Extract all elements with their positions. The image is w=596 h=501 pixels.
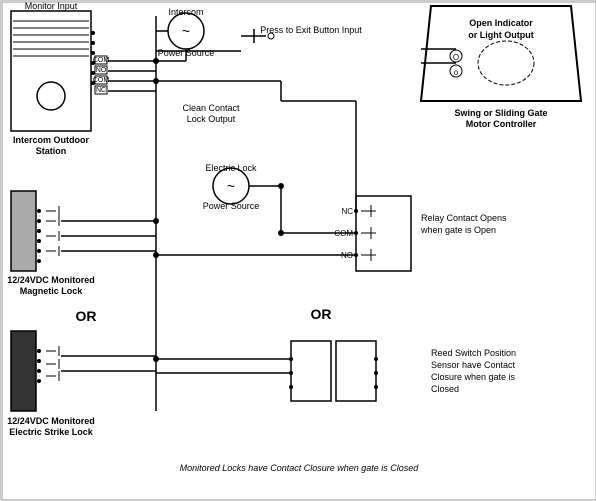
svg-text:Intercom: Intercom <box>168 7 203 17</box>
svg-text:NC: NC <box>96 87 106 94</box>
svg-text:Open Indicator: Open Indicator <box>469 18 533 28</box>
svg-text:Intercom Outdoor: Intercom Outdoor <box>13 135 89 145</box>
svg-text:Station: Station <box>36 146 67 156</box>
svg-text:O: O <box>453 53 459 62</box>
svg-text:COM: COM <box>93 57 110 64</box>
svg-text:Electric Strike Lock: Electric Strike Lock <box>9 427 94 437</box>
svg-text:12/24VDC Monitored: 12/24VDC Monitored <box>7 275 95 285</box>
wiring-diagram: Monitor Input COM NO COM NC Intercom Out… <box>0 0 596 500</box>
svg-text:Motor Controller: Motor Controller <box>466 119 537 129</box>
svg-text:Relay Contact Opens: Relay Contact Opens <box>421 213 507 223</box>
svg-text:when gate is Open: when gate is Open <box>420 225 496 235</box>
svg-text:or Light Output: or Light Output <box>468 30 533 40</box>
svg-text:~: ~ <box>227 178 235 194</box>
svg-text:Closure when gate is: Closure when gate is <box>431 372 516 382</box>
svg-text:12/24VDC Monitored: 12/24VDC Monitored <box>7 416 95 426</box>
svg-text:Press to Exit Button Input: Press to Exit Button Input <box>260 25 362 35</box>
svg-text:Lock Output: Lock Output <box>187 114 236 124</box>
svg-text:OR: OR <box>311 306 332 322</box>
svg-text:Power Source: Power Source <box>203 201 260 211</box>
svg-text:Electric Lock: Electric Lock <box>205 163 257 173</box>
svg-text:Swing or Sliding Gate: Swing or Sliding Gate <box>454 108 547 118</box>
svg-text:NO: NO <box>96 67 107 74</box>
svg-text:~: ~ <box>182 23 190 39</box>
svg-text:Reed Switch Position: Reed Switch Position <box>431 348 516 358</box>
svg-text:Closed: Closed <box>431 384 459 394</box>
svg-text:COM: COM <box>93 77 110 84</box>
svg-text:NC: NC <box>341 207 353 216</box>
svg-text:Sensor have Contact: Sensor have Contact <box>431 360 516 370</box>
svg-text:Magnetic Lock: Magnetic Lock <box>20 286 84 296</box>
svg-text:Monitored Locks have Contact C: Monitored Locks have Contact Closure whe… <box>180 463 420 473</box>
svg-text:Clean Contact: Clean Contact <box>182 103 240 113</box>
svg-text:Monitor Input: Monitor Input <box>25 1 78 11</box>
svg-text:OR: OR <box>76 308 97 324</box>
svg-text:o: o <box>454 68 459 77</box>
